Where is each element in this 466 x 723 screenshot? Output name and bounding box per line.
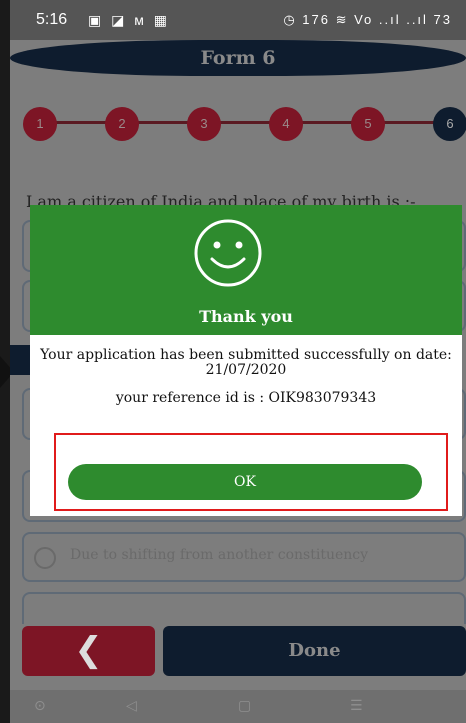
radio-label: Due to shifting from another constituenc… — [70, 547, 369, 563]
nav-back-icon[interactable]: ◁ — [126, 698, 137, 714]
step-4[interactable]: 4 — [269, 107, 303, 141]
step-1[interactable]: 1 — [23, 107, 57, 141]
radio-circle[interactable] — [34, 547, 56, 569]
assistant-icon[interactable]: ⊙ — [34, 698, 46, 714]
done-button[interactable]: Done — [163, 626, 466, 676]
ok-button[interactable]: OK — [68, 464, 422, 500]
radio-shifting-constituency[interactable]: Due to shifting from another constituenc… — [22, 532, 466, 582]
status-time: 5:16 — [36, 11, 68, 28]
step-3[interactable]: 3 — [187, 107, 221, 141]
back-button[interactable]: ❮ — [22, 626, 155, 676]
dialog-message: Your application has been submitted succ… — [40, 347, 452, 378]
page-title: Form 6 — [10, 40, 466, 76]
dialog-header: Thank you — [30, 205, 462, 335]
nav-menu-icon[interactable]: ☰ — [350, 698, 363, 714]
reference-id: your reference id is : OIK983079343 — [115, 390, 377, 406]
step-5[interactable]: 5 — [351, 107, 385, 141]
chevron-left-icon: ❮ — [74, 630, 103, 670]
notification-icons: ▣ ◪ ᴍ ▦ — [88, 12, 170, 28]
system-nav-bar: ⊙ ◁ ▢ ☰ — [10, 690, 466, 723]
nav-home-icon[interactable]: ▢ — [238, 698, 251, 714]
form-field-5[interactable] — [22, 592, 466, 624]
step-2[interactable]: 2 — [105, 107, 139, 141]
form-field-edge — [10, 345, 30, 375]
dialog-heading: Thank you — [199, 307, 293, 326]
status-bar: 5:16 ▣ ◪ ᴍ ▦ ◷ 176 ≋ Vo ..ıl ..ıl 73 — [10, 0, 466, 40]
system-status-icons: ◷ 176 ≋ Vo ..ıl ..ıl 73 — [283, 12, 452, 27]
smiley-face-icon — [194, 219, 262, 287]
step-6[interactable]: 6 — [433, 107, 466, 141]
